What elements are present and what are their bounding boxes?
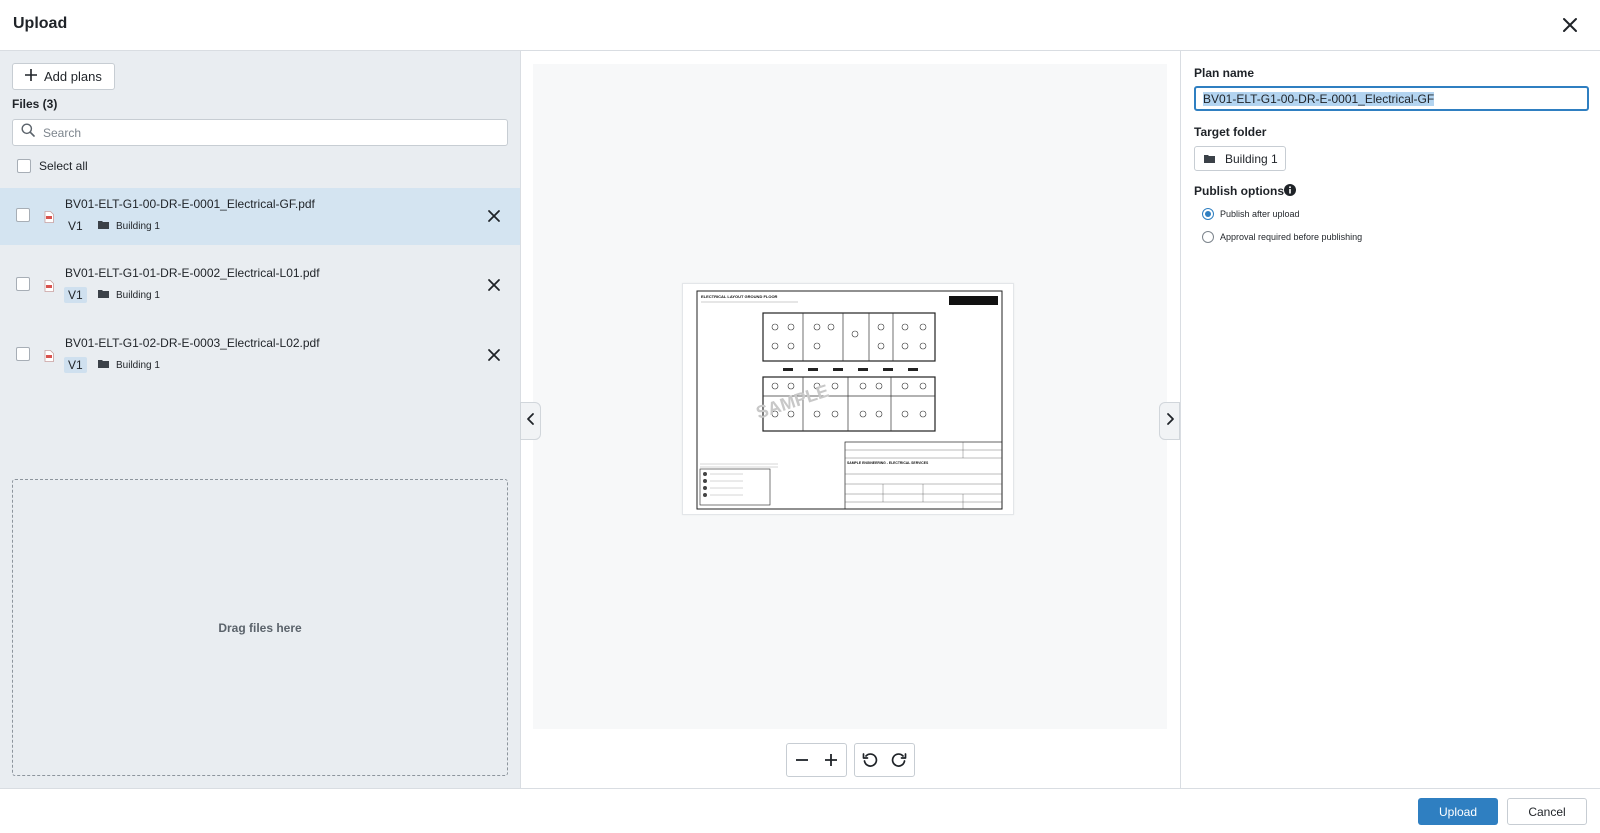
version-badge: V1 bbox=[68, 219, 83, 233]
select-all[interactable]: Select all bbox=[17, 159, 88, 173]
plan-details-panel: Plan name BV01-ELT-G1-00-DR-E-0001_Elect… bbox=[1180, 51, 1600, 788]
select-all-checkbox[interactable] bbox=[17, 159, 31, 173]
upload-button[interactable]: Upload bbox=[1418, 798, 1498, 825]
select-all-label: Select all bbox=[39, 159, 88, 173]
previous-page-button[interactable] bbox=[520, 402, 541, 440]
folder-icon bbox=[1204, 152, 1215, 166]
remove-file-icon[interactable] bbox=[487, 348, 501, 362]
file-checkbox[interactable] bbox=[16, 208, 30, 222]
minus-icon[interactable] bbox=[790, 748, 814, 772]
rotate-left-icon[interactable] bbox=[858, 748, 882, 772]
drop-zone[interactable]: Drag files here bbox=[12, 479, 508, 776]
dialog-header: Upload bbox=[0, 0, 1600, 51]
file-row[interactable]: BV01-ELT-G1-01-DR-E-0002_Electrical-L01.… bbox=[0, 257, 520, 314]
plan-name-label: Plan name bbox=[1194, 66, 1255, 80]
folder-icon bbox=[98, 359, 109, 371]
plus-icon bbox=[25, 69, 37, 84]
pdf-file-icon bbox=[44, 210, 54, 223]
search-icon bbox=[21, 123, 35, 142]
radio-button[interactable] bbox=[1202, 208, 1214, 220]
radio-label: Publish after upload bbox=[1220, 209, 1300, 219]
sheet-company: SAMPLE ENGINEERING - ELECTRICAL SERVICES bbox=[847, 461, 929, 465]
plan-name-input[interactable]: BV01-ELT-G1-00-DR-E-0001_Electrical-GF bbox=[1194, 86, 1589, 111]
zoom-controls bbox=[786, 743, 847, 777]
file-folder-label: Building 1 bbox=[116, 220, 160, 232]
sheet-title: ELECTRICAL LAYOUT GROUND FLOOR bbox=[701, 294, 778, 299]
publish-after-upload-option[interactable]: Publish after upload bbox=[1202, 208, 1300, 220]
files-panel: Add plans Files (3) Select all BV01-ELT-… bbox=[0, 51, 521, 788]
target-folder-button[interactable]: Building 1 bbox=[1194, 146, 1286, 171]
add-plans-button[interactable]: Add plans bbox=[12, 63, 115, 90]
file-folder: Building 1 bbox=[98, 289, 160, 301]
approval-required-option[interactable]: Approval required before publishing bbox=[1202, 231, 1362, 243]
file-folder-label: Building 1 bbox=[116, 359, 160, 371]
radio-button[interactable] bbox=[1202, 231, 1214, 243]
file-checkbox[interactable] bbox=[16, 277, 30, 291]
file-checkbox[interactable] bbox=[16, 347, 30, 361]
dialog-footer: Upload Cancel bbox=[0, 788, 1600, 833]
chevron-right-icon bbox=[1165, 412, 1175, 431]
remove-file-icon[interactable] bbox=[487, 278, 501, 292]
drop-zone-label: Drag files here bbox=[218, 620, 302, 635]
cancel-button[interactable]: Cancel bbox=[1507, 798, 1587, 825]
file-name: BV01-ELT-G1-01-DR-E-0002_Electrical-L01.… bbox=[65, 266, 320, 280]
file-name: BV01-ELT-G1-00-DR-E-0001_Electrical-GF.p… bbox=[65, 197, 315, 211]
folder-icon bbox=[98, 289, 109, 301]
plan-thumbnail: ELECTRICAL LAYOUT GROUND FLOOR SAMPLE SA… bbox=[682, 283, 1014, 515]
remove-file-icon[interactable] bbox=[487, 209, 501, 223]
plan-preview: ELECTRICAL LAYOUT GROUND FLOOR SAMPLE SA… bbox=[533, 64, 1167, 729]
file-folder: Building 1 bbox=[98, 220, 160, 232]
close-icon[interactable] bbox=[1558, 13, 1582, 37]
rotate-right-icon[interactable] bbox=[887, 748, 911, 772]
files-count: Files (3) bbox=[12, 97, 58, 111]
file-folder: Building 1 bbox=[98, 359, 160, 371]
info-icon[interactable] bbox=[1284, 183, 1296, 196]
pdf-file-icon bbox=[44, 279, 54, 292]
dialog-title: Upload bbox=[13, 15, 68, 32]
version-badge: V1 bbox=[64, 287, 87, 303]
preview-panel: ELECTRICAL LAYOUT GROUND FLOOR SAMPLE SA… bbox=[520, 51, 1180, 788]
file-folder-label: Building 1 bbox=[116, 289, 160, 301]
folder-icon bbox=[98, 220, 109, 232]
plan-name-value: BV01-ELT-G1-00-DR-E-0001_Electrical-GF bbox=[1203, 91, 1435, 106]
file-row[interactable]: BV01-ELT-G1-00-DR-E-0001_Electrical-GF.p… bbox=[0, 188, 520, 245]
search-input[interactable] bbox=[43, 125, 483, 140]
file-name: BV01-ELT-G1-02-DR-E-0003_Electrical-L02.… bbox=[65, 336, 320, 350]
pdf-file-icon bbox=[44, 349, 54, 362]
publish-options-label: Publish options bbox=[1194, 184, 1284, 198]
target-folder-label: Target folder bbox=[1194, 125, 1267, 139]
target-folder-value: Building 1 bbox=[1225, 151, 1278, 166]
chevron-left-icon bbox=[526, 412, 536, 431]
search-box bbox=[12, 119, 508, 146]
rotate-controls bbox=[854, 743, 915, 777]
radio-label: Approval required before publishing bbox=[1220, 232, 1363, 242]
add-plans-label: Add plans bbox=[44, 69, 102, 84]
plus-icon[interactable] bbox=[819, 748, 843, 772]
next-page-button[interactable] bbox=[1159, 402, 1180, 440]
file-row[interactable]: BV01-ELT-G1-02-DR-E-0003_Electrical-L02.… bbox=[0, 327, 520, 384]
version-badge: V1 bbox=[64, 357, 87, 373]
